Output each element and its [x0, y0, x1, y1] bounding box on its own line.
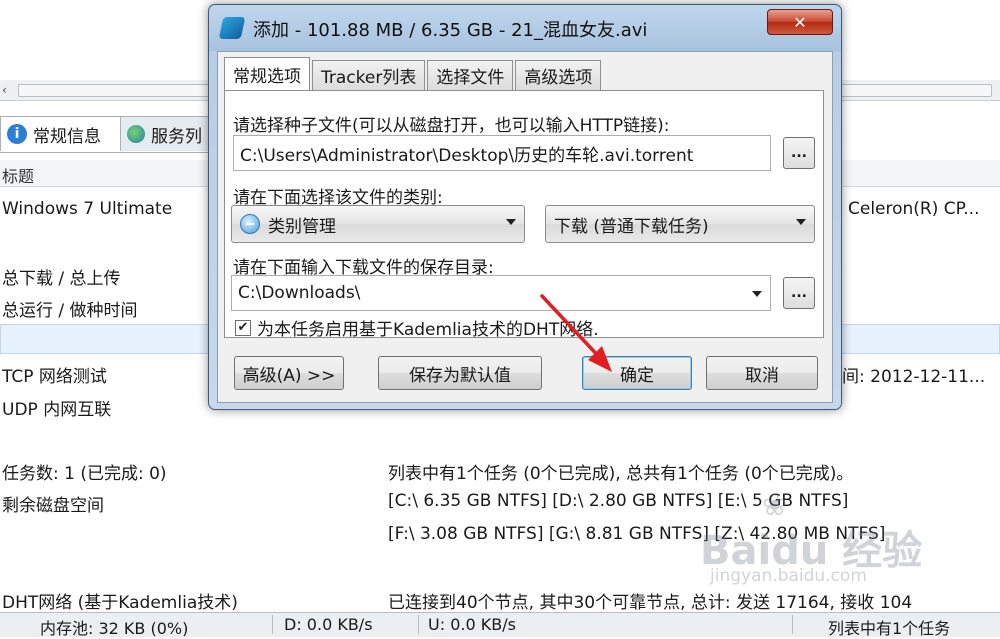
row-os-value: Celeron(R) CP... — [848, 199, 980, 219]
dialog-title: 添加 - 101.88 MB / 6.35 GB - 21_混血女友.avi — [253, 20, 648, 41]
row-dht-label: DHT网络 (基于Kademlia技术) — [2, 593, 238, 613]
scrollbar-thumb[interactable] — [18, 84, 210, 97]
tab-select-files[interactable]: 选择文件 — [427, 60, 514, 90]
globe-icon — [127, 125, 145, 143]
annotation-arrow — [540, 294, 612, 372]
row-os-label: Windows 7 Ultimate — [2, 199, 173, 219]
status-task-summary: 列表中有1个任务 — [828, 619, 951, 638]
add-task-dialog: 添加 - 101.88 MB / 6.35 GB - 21_混血女友.avi ✕… — [208, 4, 842, 410]
row-total-transfer-label: 总下载 / 总上传 — [2, 269, 121, 289]
browse-save-dir-button[interactable]: ... — [783, 277, 815, 309]
category-select[interactable]: 类别管理 — [231, 205, 525, 243]
save-dir-value: C:\Downloads\ — [238, 283, 361, 303]
row-task-count-label: 任务数: 1 (已完成: 0) — [2, 464, 167, 484]
row-udp-label: UDP 内网互联 — [2, 400, 112, 420]
status-divider — [418, 615, 419, 634]
chevron-down-icon — [752, 291, 762, 297]
dialog-client-area: 常规选项 Tracker列表 选择文件 高级选项 请选择种子文件(可以从磁盘打开… — [217, 51, 833, 403]
dht-checkbox[interactable]: ✔ — [235, 320, 251, 336]
scroll-left-arrow-icon[interactable]: ‹ — [2, 83, 7, 97]
row-total-time-label: 总运行 / 做种时间 — [2, 301, 138, 321]
close-button[interactable]: ✕ — [767, 9, 833, 35]
dialog-tab-bar: 常规选项 Tracker列表 选择文件 高级选项 — [224, 57, 603, 90]
status-memory: 内存池: 32 KB (0%) — [40, 619, 189, 638]
chevron-down-icon — [506, 219, 516, 225]
tab-general-options[interactable]: 常规选项 — [224, 57, 310, 90]
chevron-down-icon — [796, 219, 806, 225]
status-download-speed: D: 0.0 KB/s — [284, 615, 373, 634]
app-icon — [218, 17, 246, 39]
watermark-url: jingyan.baidu.com — [710, 566, 867, 586]
category-select-value: 类别管理 — [268, 216, 336, 237]
save-dir-combo[interactable]: C:\Downloads\ — [231, 275, 771, 311]
status-upload-speed: U: 0.0 KB/s — [428, 615, 516, 634]
dialog-title-bar[interactable]: 添加 - 101.88 MB / 6.35 GB - 21_混血女友.avi ✕ — [209, 5, 841, 51]
torrent-path-input[interactable]: C:\Users\Administrator\Desktop\历史的车轮.avi… — [233, 135, 771, 171]
category-icon — [240, 214, 260, 234]
row-task-count-value: 列表中有1个任务 (0个已完成), 总共有1个任务 (0个已完成)。 — [388, 464, 854, 484]
row-disk-label: 剩余磁盘空间 — [2, 496, 104, 516]
tab-advanced-options[interactable]: 高级选项 — [515, 60, 602, 90]
row-tcp-value: 间: 2012-12-11... — [842, 367, 986, 387]
horizontal-scrollbar[interactable]: ‹ — [0, 80, 210, 101]
main-tab-bar: i 常规信息 服务列 — [0, 112, 224, 153]
download-type-value: 下载 (普通下载任务) — [554, 216, 709, 237]
scrollbar-thumb-right[interactable] — [840, 84, 992, 97]
baidu-watermark: ❀ Baidu 经验 jingyan.baidu.com — [690, 488, 940, 598]
general-options-panel: 请选择种子文件(可以从磁盘打开，也可以输入HTTP链接): C:\Users\A… — [224, 90, 824, 340]
torrent-file-label: 请选择种子文件(可以从磁盘打开，也可以输入HTTP链接): — [233, 116, 670, 136]
cancel-button[interactable]: 取消 — [706, 356, 818, 390]
status-divider — [272, 615, 273, 634]
row-tcp-label: TCP 网络测试 — [2, 367, 107, 387]
status-bar: 内存池: 32 KB (0%) D: 0.0 KB/s U: 0.0 KB/s … — [0, 612, 1000, 638]
download-type-select[interactable]: 下载 (普通下载任务) — [545, 205, 815, 243]
annotation-arrow-shaft — [540, 294, 604, 362]
tab-general-info-label: 常规信息 — [33, 126, 101, 147]
tab-general-info[interactable]: i 常规信息 — [0, 116, 126, 151]
column-title: 标题 — [2, 167, 35, 186]
save-default-button[interactable]: 保存为默认值 — [378, 356, 542, 390]
status-divider — [792, 615, 793, 634]
tab-tracker-list[interactable]: Tracker列表 — [312, 60, 426, 90]
browse-torrent-button[interactable]: ... — [783, 137, 815, 169]
info-icon: i — [7, 124, 27, 144]
advanced-button[interactable]: 高级(A) >> — [234, 356, 344, 390]
tab-services-label: 服务列 — [151, 126, 202, 147]
horizontal-scrollbar-right[interactable] — [840, 80, 1000, 101]
